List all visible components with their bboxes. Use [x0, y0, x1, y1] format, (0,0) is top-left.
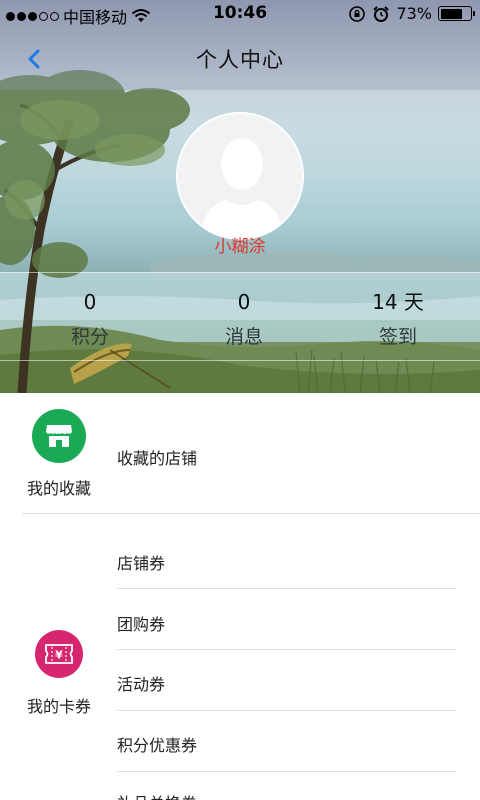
row-divider [117, 710, 457, 711]
battery-icon [438, 6, 475, 21]
favorites-group-label: 我的收藏 [26, 479, 91, 498]
coupon-item-activity[interactable]: 活动券 [117, 671, 457, 695]
alarm-clock-icon [373, 5, 390, 22]
stat-messages[interactable]: 0 消息 [164, 288, 324, 349]
favorite-stores-item[interactable]: 收藏的店铺 [117, 445, 457, 469]
coupon-item-group-buy[interactable]: 团购券 [117, 611, 457, 635]
stat-messages-label: 消息 [224, 326, 263, 348]
stats-bottom-divider [0, 360, 480, 361]
stat-checkin-value: 14 天 [372, 290, 424, 314]
profile-header-background: 中国移动 10:46 73% 个人中心 小糊涂 0 积分 0 消息 14 天 签… [0, 0, 480, 393]
group-divider [22, 513, 480, 514]
stat-points-value: 0 [83, 290, 97, 314]
stat-checkin[interactable]: 14 天 签到 [318, 288, 478, 349]
coupon-item-gift[interactable]: 礼品兑换券 [117, 790, 457, 800]
username[interactable]: 小糊涂 [0, 232, 480, 257]
row-divider [117, 649, 457, 650]
svg-text:¥: ¥ [55, 649, 63, 662]
avatar[interactable] [176, 112, 304, 240]
battery-level [440, 8, 462, 19]
orientation-lock-icon [349, 5, 366, 22]
row-divider [117, 588, 457, 589]
store-icon [32, 409, 86, 463]
stats-top-divider [0, 272, 480, 273]
stat-points-label: 积分 [70, 326, 109, 348]
status-bar: 中国移动 10:46 73% [0, 0, 480, 28]
battery-percent: 73% [396, 4, 432, 23]
menu-content: 我的收藏 收藏的店铺 ¥ 我的卡券 店铺券 团购券 活动券 积分优惠券 礼品兑换… [0, 393, 480, 800]
page-title: 个人中心 [196, 48, 284, 72]
coupons-group-label: 我的卡券 [26, 697, 91, 716]
status-right: 73% [348, 4, 475, 23]
default-avatar-icon [178, 114, 302, 238]
stat-messages-value: 0 [237, 290, 251, 314]
stat-points[interactable]: 0 积分 [10, 288, 170, 349]
ticket-icon: ¥ [35, 630, 83, 678]
stat-checkin-label: 签到 [378, 326, 417, 348]
row-divider [117, 771, 457, 772]
coupon-item-points[interactable]: 积分优惠券 [117, 732, 457, 756]
coupon-item-store[interactable]: 店铺券 [117, 550, 457, 574]
